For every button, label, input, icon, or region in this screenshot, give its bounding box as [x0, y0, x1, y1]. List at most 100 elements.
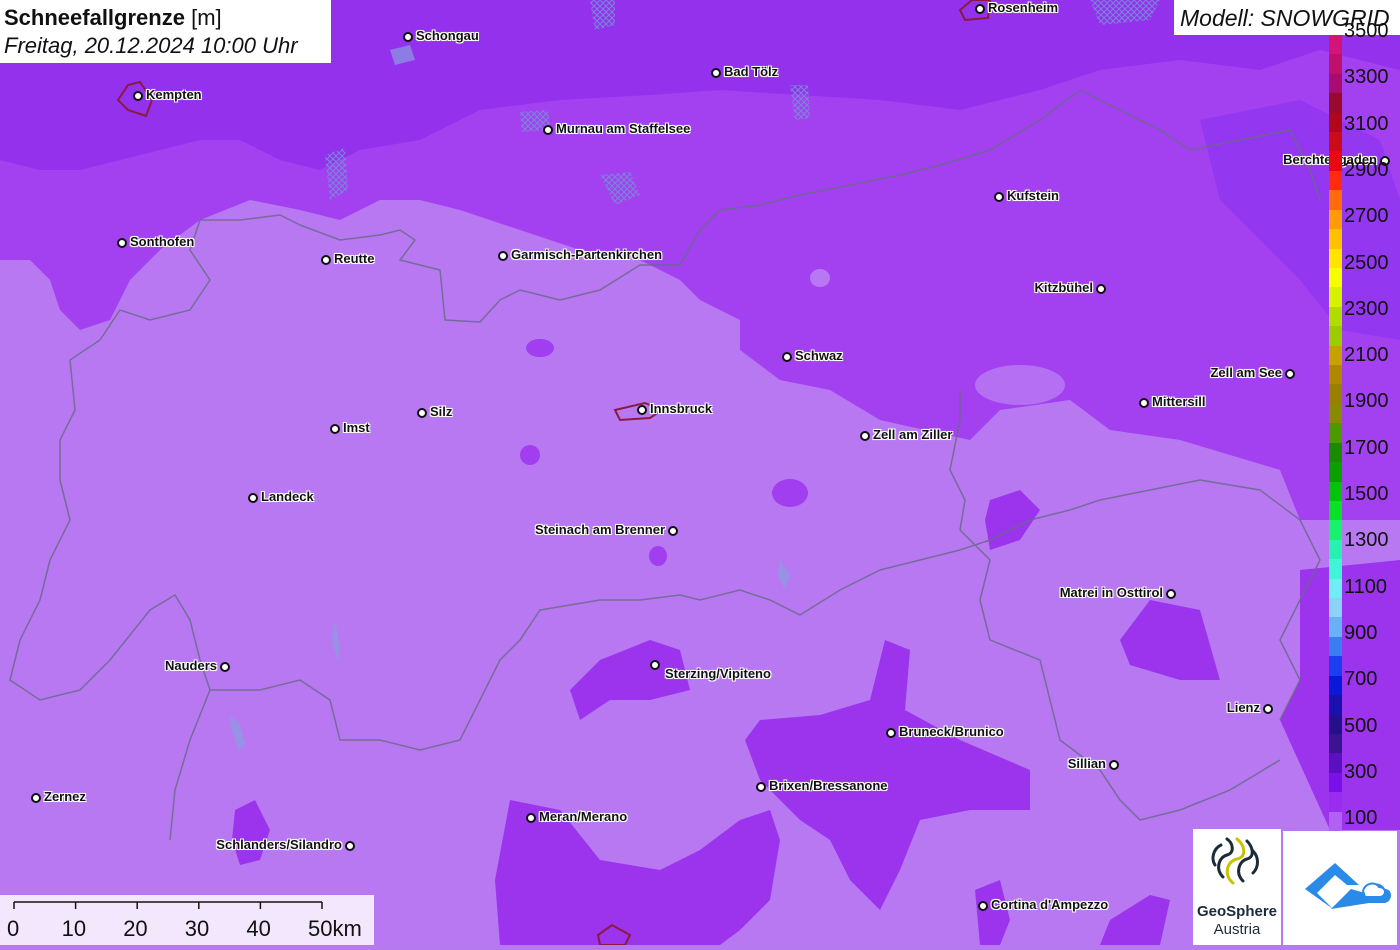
- city-label: Cortina d'Ampezzo: [991, 897, 1109, 912]
- legend-label: 100: [1344, 807, 1378, 830]
- legend-swatch: [1329, 792, 1342, 813]
- legend-swatch: [1329, 248, 1342, 269]
- legend-swatch: [1329, 500, 1342, 521]
- city-marker: [1263, 704, 1273, 714]
- scale-label: 20: [123, 916, 148, 941]
- city-label: Imst: [343, 420, 370, 435]
- scale-label: 50km: [308, 916, 362, 941]
- legend-swatch: [1329, 209, 1342, 230]
- city-marker: [31, 793, 41, 803]
- legend-swatch: [1329, 772, 1342, 793]
- legend-swatch: [1329, 559, 1342, 580]
- legend-label: 1700: [1344, 436, 1389, 459]
- city-label: Landeck: [261, 489, 314, 504]
- legend-label: 3100: [1344, 112, 1389, 135]
- city-marker: [1109, 760, 1119, 770]
- geosphere-icon: [1211, 837, 1259, 885]
- legend-swatch: [1329, 520, 1342, 541]
- legend-label: 300: [1344, 760, 1378, 783]
- city-label: Mittersill: [1152, 394, 1206, 409]
- map-datetime: Freitag, 20.12.2024 10:00 Uhr: [4, 33, 298, 58]
- city-label: Lienz: [1226, 700, 1260, 715]
- city-marker: [1166, 589, 1176, 599]
- legend-swatch: [1329, 73, 1342, 94]
- legend-swatch: [1329, 403, 1342, 424]
- legend-swatch: [1329, 733, 1342, 754]
- legend-swatch: [1329, 636, 1342, 657]
- legend-swatch: [1329, 753, 1342, 774]
- city-marker: [417, 408, 427, 418]
- legend-label: 3500: [1344, 20, 1389, 42]
- scale-label: 40: [246, 916, 271, 941]
- legend-swatch: [1329, 306, 1342, 327]
- legend-swatch: [1329, 54, 1342, 75]
- legend-label: 1300: [1344, 529, 1389, 552]
- city-marker: [1096, 284, 1106, 294]
- legend-swatch: [1329, 656, 1342, 677]
- city-marker: [1139, 398, 1149, 408]
- legend-swatch: [1329, 112, 1342, 133]
- city-marker: [1285, 369, 1295, 379]
- city-label: Brixen/Bressanone: [769, 778, 888, 793]
- city-label: Schlanders/Silandro: [216, 837, 342, 852]
- legend-swatch: [1329, 442, 1342, 463]
- city-marker: [756, 782, 766, 792]
- city-label: Rosenheim: [988, 0, 1059, 15]
- city-marker: [330, 424, 340, 434]
- org-name-line2: Austria: [1213, 921, 1261, 938]
- legend-swatch: [1329, 151, 1342, 172]
- city-label: Sillian: [1067, 756, 1106, 771]
- legend-label: 2500: [1344, 251, 1389, 274]
- legend-swatch: [1329, 695, 1342, 716]
- legend-label: 2900: [1344, 158, 1389, 181]
- city-marker: [886, 728, 896, 738]
- legend-label: 1900: [1344, 390, 1389, 413]
- legend-label: 1500: [1344, 483, 1389, 505]
- city-label: Kempten: [146, 87, 202, 102]
- city-label: Zell am See: [1210, 365, 1282, 380]
- city-marker: [403, 32, 413, 42]
- legend-label: 1100: [1344, 575, 1388, 598]
- scale-label: 0: [7, 916, 20, 941]
- scale-label: 10: [61, 916, 87, 941]
- city-marker: [498, 251, 508, 261]
- legend-swatch: [1329, 811, 1342, 832]
- city-marker: [248, 493, 258, 503]
- city-label: Innsbruck: [650, 401, 713, 416]
- legend-label: 2300: [1344, 297, 1389, 320]
- legend-swatch: [1329, 423, 1342, 444]
- city-marker: [975, 4, 985, 14]
- city-label: Schongau: [416, 28, 479, 43]
- city-marker: [133, 91, 143, 101]
- city-marker: [345, 841, 355, 851]
- legend-swatch: [1329, 714, 1342, 735]
- legend-swatch: [1329, 229, 1342, 250]
- legend-colorbar: [1329, 35, 1342, 832]
- legend-swatch: [1329, 365, 1342, 386]
- legend-label: 2100: [1344, 344, 1389, 367]
- city-marker: [117, 238, 127, 248]
- city-marker: [543, 125, 553, 135]
- city-label: Reutte: [334, 251, 375, 266]
- city-label: Garmisch-Partenkirchen: [511, 247, 663, 262]
- city-label: Zell am Ziller: [873, 427, 953, 442]
- legend-label: 2700: [1344, 205, 1389, 228]
- legend-swatch: [1329, 598, 1342, 619]
- legend-swatch: [1329, 345, 1342, 366]
- city-marker: [994, 192, 1004, 202]
- city-label: Nauders: [164, 658, 217, 673]
- legend-label: 700: [1344, 668, 1378, 691]
- city-marker: [637, 405, 647, 415]
- city-label: Sonthofen: [130, 234, 195, 249]
- city-label: Bruneck/Brunico: [899, 724, 1004, 739]
- city-label: Bad Tölz: [724, 64, 779, 79]
- legend-swatch: [1329, 287, 1342, 308]
- legend-swatch: [1329, 384, 1342, 405]
- geosphere-logo: GeoSphere Austria: [1193, 829, 1281, 945]
- city-label: Matrei in Osttirol: [1059, 585, 1163, 600]
- legend-swatch: [1329, 267, 1342, 288]
- city-marker: [526, 813, 536, 823]
- cloud-mountain-icon: [1305, 863, 1391, 909]
- legend-swatch: [1329, 481, 1342, 502]
- legend-label: 3300: [1344, 66, 1389, 89]
